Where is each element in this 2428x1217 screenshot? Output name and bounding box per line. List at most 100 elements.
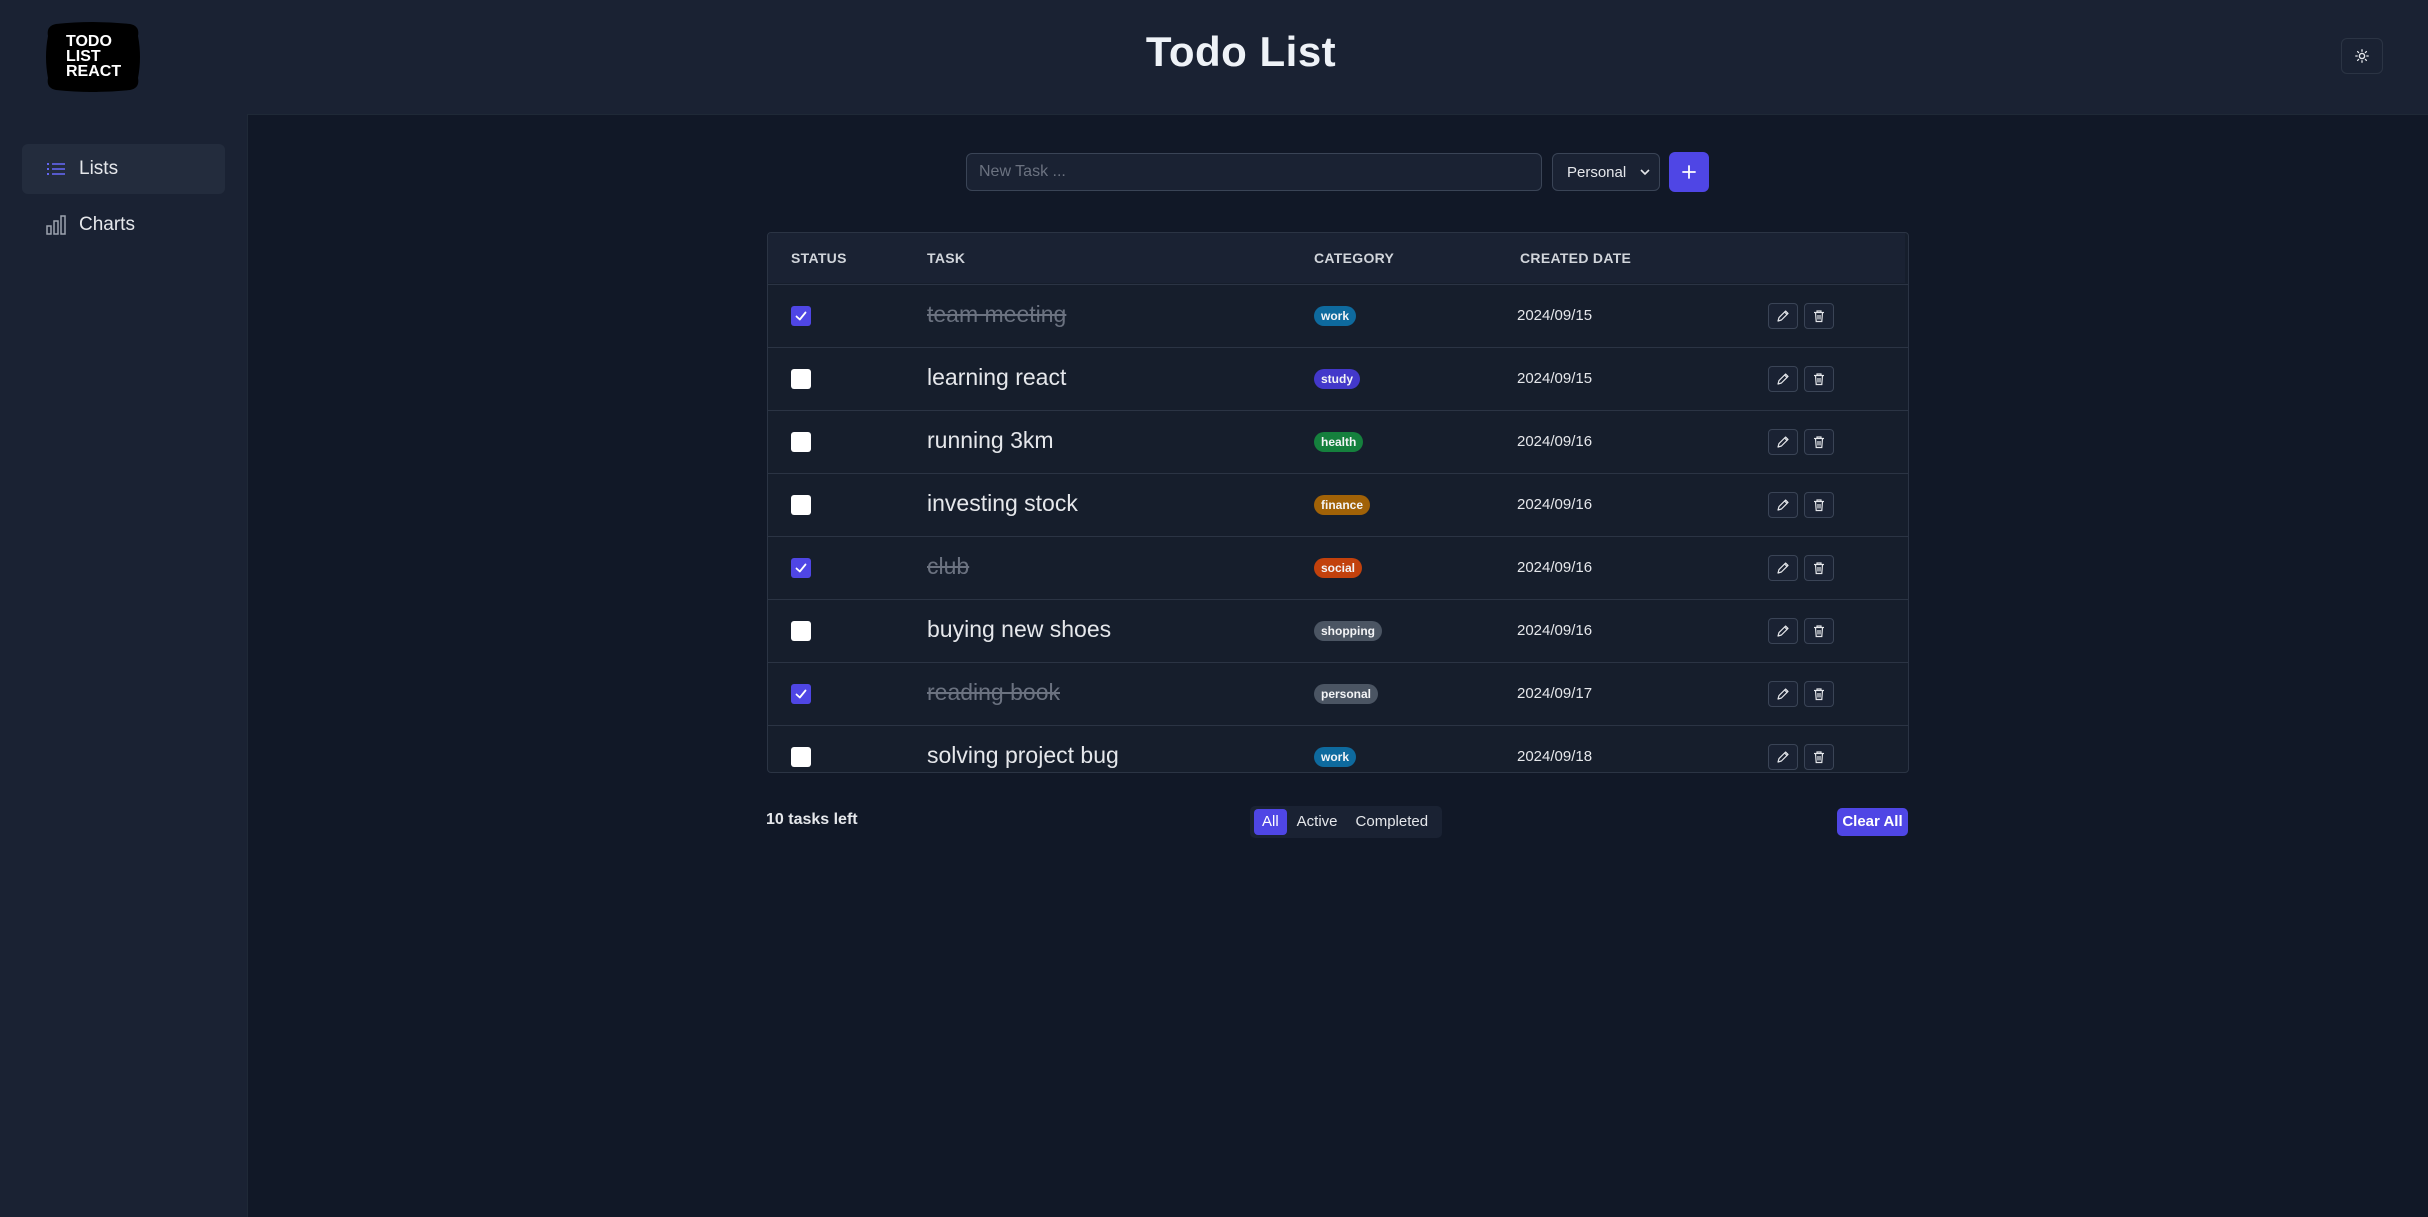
chevron-down-icon [1640, 169, 1650, 176]
plus-icon [1682, 165, 1696, 179]
task-text: reading book [927, 679, 1060, 705]
pencil-icon [1777, 625, 1789, 637]
table-header: STATUS TASK CATEGORY CREATED DATE [768, 233, 1905, 283]
edit-task-button[interactable] [1768, 744, 1798, 770]
task-status-checkbox[interactable] [791, 369, 811, 389]
pencil-icon [1777, 499, 1789, 511]
trash-icon [1814, 751, 1824, 764]
check-icon [795, 689, 807, 699]
table-row: team meeting work 2024/09/15 [768, 284, 1908, 347]
edit-task-button[interactable] [1768, 492, 1798, 518]
sidebar-item-label: Lists [79, 158, 119, 179]
category-badge: personal [1314, 684, 1379, 704]
category-badge: health [1314, 432, 1364, 452]
header-category: CATEGORY [1314, 250, 1395, 266]
created-date: 2024/09/16 [1517, 433, 1593, 450]
trash-icon [1814, 436, 1824, 449]
category-badge: work [1314, 747, 1357, 767]
edit-task-button[interactable] [1768, 429, 1798, 455]
category-badge: shopping [1314, 621, 1382, 641]
edit-task-button[interactable] [1768, 366, 1798, 392]
theme-toggle-button[interactable] [2341, 38, 2383, 74]
bar-chart-icon [45, 214, 67, 236]
sidebar: Lists Charts [0, 114, 248, 1217]
header-bar: TODO LIST REACT Todo List [0, 0, 2428, 115]
delete-task-button[interactable] [1804, 555, 1834, 581]
header-created-date: CREATED DATE [1520, 250, 1632, 266]
category-select[interactable]: Personal [1552, 153, 1660, 191]
created-date: 2024/09/16 [1517, 622, 1593, 639]
task-status-checkbox[interactable] [791, 306, 811, 326]
new-task-input[interactable] [966, 153, 1542, 191]
category-badge: study [1314, 369, 1361, 389]
page-title: Todo List [1145, 28, 1337, 75]
pencil-icon [1777, 688, 1789, 700]
task-status-checkbox[interactable] [791, 432, 811, 452]
trash-icon [1814, 499, 1824, 512]
edit-task-button[interactable] [1768, 303, 1798, 329]
table-row: investing stock finance 2024/09/16 [768, 473, 1908, 536]
delete-task-button[interactable] [1804, 744, 1834, 770]
table-row: learning react study 2024/09/15 [768, 347, 1908, 410]
pencil-icon [1777, 310, 1789, 322]
task-status-checkbox[interactable] [791, 684, 811, 704]
delete-task-button[interactable] [1804, 429, 1834, 455]
table-row: solving project bug work 2024/09/18 [768, 725, 1908, 772]
created-date: 2024/09/15 [1517, 370, 1593, 387]
delete-task-button[interactable] [1804, 618, 1834, 644]
check-icon [795, 563, 807, 573]
filter-group: All Active Completed [1250, 806, 1443, 838]
header-task: TASK [927, 250, 966, 266]
task-text: club [927, 553, 970, 579]
created-date: 2024/09/16 [1517, 559, 1593, 576]
trash-icon [1814, 562, 1824, 575]
list-icon [45, 158, 67, 180]
task-text: running 3km [927, 427, 1054, 453]
task-text: learning react [927, 364, 1067, 390]
edit-task-button[interactable] [1768, 681, 1798, 707]
created-date: 2024/09/17 [1517, 685, 1593, 702]
delete-task-button[interactable] [1804, 681, 1834, 707]
pencil-icon [1777, 436, 1789, 448]
trash-icon [1814, 310, 1824, 323]
task-status-checkbox[interactable] [791, 621, 811, 641]
task-text: team meeting [927, 301, 1067, 327]
filter-active[interactable]: Active [1289, 809, 1346, 835]
table-row: buying new shoes shopping 2024/09/16 [768, 599, 1908, 662]
edit-task-button[interactable] [1768, 618, 1798, 644]
created-date: 2024/09/18 [1517, 748, 1593, 765]
todo-table: STATUS TASK CATEGORY CREATED DATE team m… [767, 232, 1909, 773]
task-status-checkbox[interactable] [791, 495, 811, 515]
filter-completed[interactable]: Completed [1348, 809, 1437, 835]
table-row: reading book personal 2024/09/17 [768, 662, 1908, 725]
category-badge: work [1314, 306, 1357, 326]
tasks-left-count: 10 tasks left [766, 811, 858, 828]
task-status-checkbox[interactable] [791, 558, 811, 578]
created-date: 2024/09/15 [1517, 307, 1593, 324]
clear-all-button[interactable]: Clear All [1837, 808, 1908, 836]
pencil-icon [1777, 751, 1789, 763]
trash-icon [1814, 688, 1824, 701]
check-icon [795, 311, 807, 321]
sun-icon [2355, 49, 2369, 63]
table-row: club social 2024/09/16 [768, 536, 1908, 599]
trash-icon [1814, 373, 1824, 386]
sidebar-item-charts[interactable]: Charts [22, 200, 225, 250]
add-task-button[interactable] [1669, 152, 1709, 192]
delete-task-button[interactable] [1804, 303, 1834, 329]
table-row: running 3km health 2024/09/16 [768, 410, 1908, 473]
filter-all[interactable]: All [1254, 809, 1287, 835]
task-status-checkbox[interactable] [791, 747, 811, 767]
delete-task-button[interactable] [1804, 366, 1834, 392]
edit-task-button[interactable] [1768, 555, 1798, 581]
sidebar-item-lists[interactable]: Lists [22, 144, 225, 194]
sidebar-item-label: Charts [79, 214, 135, 235]
category-select-value: Personal [1567, 163, 1627, 181]
task-text: investing stock [927, 490, 1078, 516]
created-date: 2024/09/16 [1517, 496, 1593, 513]
task-text: solving project bug [927, 742, 1119, 768]
category-badge: social [1314, 558, 1363, 578]
header-status: STATUS [791, 250, 847, 266]
delete-task-button[interactable] [1804, 492, 1834, 518]
category-badge: finance [1314, 495, 1371, 515]
